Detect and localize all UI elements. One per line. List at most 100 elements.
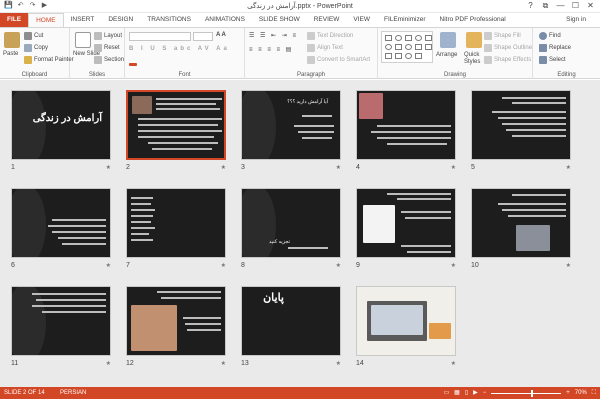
ribbon-options-button[interactable]: ⧉ [538,0,553,12]
tab-design[interactable]: DESIGN [101,13,140,27]
zoom-slider-thumb[interactable] [531,389,534,397]
tab-insert[interactable]: INSERT [64,13,102,27]
ribbon-tabs: FILE HOME INSERT DESIGN TRANSITIONS ANIM… [0,13,600,27]
convert-smartart-button[interactable]: Convert to SmartArt [307,56,370,64]
slide-thumbnail-14[interactable]: 14 ★ [356,286,456,370]
slide-number: 5 [471,164,475,171]
transition-star-icon: ★ [335,263,341,269]
slide-number: 2 [126,164,130,171]
slide-photo [516,225,550,251]
shape-outline-button[interactable]: Shape Outline [484,44,532,52]
reset-button[interactable]: Reset [94,44,120,52]
tab-file[interactable]: FILE [0,13,29,27]
section-button[interactable]: Section [94,56,124,64]
transition-star-icon: ★ [220,165,226,171]
layout-button[interactable]: Layout [94,32,122,40]
sign-in-link[interactable]: Sign in [566,16,586,23]
normal-view-icon[interactable]: ▭ [443,387,449,399]
zoom-level[interactable]: 70% [575,387,587,399]
copy-icon [24,44,32,52]
transition-star-icon: ★ [450,165,456,171]
cut-button[interactable]: Cut [24,32,43,40]
zoom-out-button[interactable]: − [483,387,487,399]
align-text-button[interactable]: Align Text [307,44,343,52]
slide-thumbnail-10[interactable]: 10 ★ [471,188,571,272]
zoom-in-button[interactable]: + [566,387,570,399]
slide-number: 12 [126,360,134,367]
zoom-slider[interactable] [491,389,562,397]
slide-sorter-view-icon[interactable]: ▦ [454,387,460,399]
slide-thumbnail-1[interactable]: آرامش در زندگی 1 ★ [11,90,111,174]
close-button[interactable]: ✕ [583,0,598,12]
slide-photo [132,96,152,114]
slide-thumbnail-6[interactable]: 6 ★ [11,188,111,272]
status-bar: SLIDE 2 OF 14 PERSIAN ▭ ▦ ▯ ▶ − + 70% ⛶ [0,387,600,399]
slide-thumbnail-4[interactable]: 4 ★ [356,90,456,174]
slide-thumbnail-13[interactable]: پایان 13 ★ [241,286,341,370]
minimize-button[interactable]: — [553,0,568,12]
paste-icon [4,32,20,48]
slide-thumbnail-9[interactable]: 9 ★ [356,188,456,272]
shapes-gallery[interactable] [381,31,433,63]
find-button[interactable]: Find [539,32,561,40]
tab-slide-show[interactable]: SLIDE SHOW [252,13,307,27]
replace-button[interactable]: Replace [539,44,571,52]
font-size-input[interactable] [193,32,213,41]
language-indicator[interactable]: PERSIAN [60,387,86,399]
slide-thumbnail-3[interactable]: آیا آرامش دارید ؟؟؟ 3 ★ [241,90,341,174]
quick-styles-button[interactable]: Quick Styles [464,52,482,66]
maximize-button[interactable]: ☐ [568,0,583,12]
tab-fileminimizer[interactable]: FILEminimizer [377,13,433,27]
font-group: A A B I U S abc AV Aa Font [125,28,245,79]
effects-icon [484,56,492,64]
format-painter-button[interactable]: Format Painter [24,56,74,64]
grow-font-icon[interactable]: A A [216,32,226,38]
new-slide-icon [75,32,91,48]
fit-to-window-icon[interactable]: ⛶ [592,387,596,399]
window-controls: ? ⧉ — ☐ ✕ [523,0,598,12]
slide-thumbnail-8[interactable]: تجزیه کنید 8 ★ [241,188,341,272]
tab-animations[interactable]: ANIMATIONS [198,13,252,27]
transition-star-icon: ★ [105,263,111,269]
select-button[interactable]: Select [539,56,566,64]
slide-thumbnail-7[interactable]: 7 ★ [126,188,226,272]
slide-photo [131,305,177,351]
text-direction-button[interactable]: Text Direction [307,32,353,40]
slide-thumbnail-5[interactable]: 5 ★ [471,90,571,174]
slide-number: 8 [241,262,245,269]
shape-effects-button[interactable]: Shape Effects [484,56,531,64]
search-icon [539,32,547,40]
slide-number: 1 [11,164,15,171]
slide-photo [363,205,395,243]
slide-number: 9 [356,262,360,269]
slide-number: 3 [241,164,245,171]
tab-transitions[interactable]: TRANSITIONS [140,13,198,27]
slide-photo [359,93,383,119]
font-name-input[interactable] [129,32,191,41]
help-button[interactable]: ? [523,0,538,12]
tab-review[interactable]: REVIEW [307,13,347,27]
slide-thumbnail-11[interactable]: 11 ★ [11,286,111,370]
slide-thumbnail-2[interactable]: 2 ★ [126,90,226,174]
ribbon: Paste Cut Copy Format Painter Clipboard … [0,27,600,79]
align-buttons[interactable]: ≡ ≡ ≡ ≡ ▤ [249,46,293,53]
font-color-icon[interactable] [129,58,137,66]
copy-button[interactable]: Copy [24,44,48,52]
slideshow-view-icon[interactable]: ▶ [473,387,478,399]
brush-icon [24,56,32,64]
tab-view[interactable]: VIEW [346,13,377,27]
slide-title: آیا آرامش دارید ؟؟؟ [287,99,328,105]
font-style-buttons[interactable]: B I U S abc AV Aa [129,46,230,52]
slide-number: 7 [126,262,130,269]
tab-home[interactable]: HOME [28,13,64,27]
reading-view-icon[interactable]: ▯ [465,387,468,399]
scissors-icon [24,32,32,40]
list-buttons[interactable]: ☰ ☰ ⇤ ⇥ ≡ [249,32,298,39]
slide-thumbnail-12[interactable]: 12 ★ [126,286,226,370]
paste-button[interactable]: Paste [3,51,18,57]
shape-fill-button[interactable]: Shape Fill [484,32,521,40]
arrange-button[interactable]: Arrange [436,52,457,58]
slide-number: 6 [11,262,15,269]
tab-nitro-pdf[interactable]: Nitro PDF Professional [433,13,513,27]
clipboard-group: Paste Cut Copy Format Painter Clipboard [0,28,74,79]
